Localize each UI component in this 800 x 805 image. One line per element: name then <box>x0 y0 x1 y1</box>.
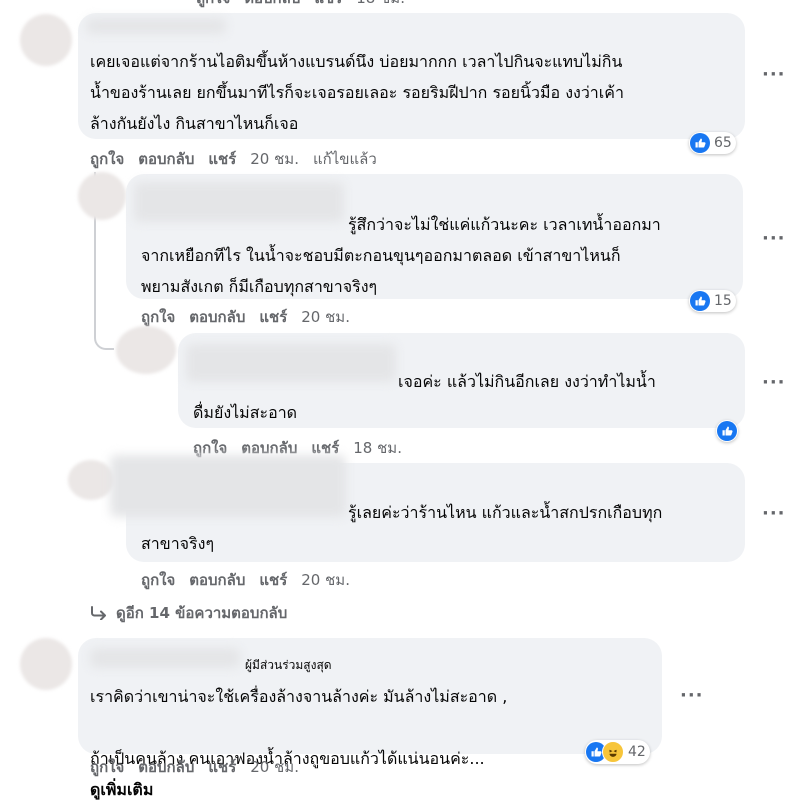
share-link[interactable]: แชร์ <box>314 0 342 10</box>
comment-text: เจอค่ะ แล้วไม่กินอีกเลย งงว่าทำไมน้ำ ดื่… <box>193 372 656 422</box>
haha-icon <box>602 741 624 763</box>
reaction-count: 65 <box>714 135 732 151</box>
comment-time: 20 ชม. <box>250 150 299 168</box>
view-more-replies-label: ดูอีก 14 ข้อความตอบกลับ <box>116 604 288 622</box>
avatar[interactable] <box>68 460 114 500</box>
like-link[interactable]: ถูกใจ <box>141 568 175 592</box>
view-more-replies-link[interactable]: ดูอีก 14 ข้อความตอบกลับ <box>90 601 287 625</box>
reaction-summary[interactable]: 42 <box>585 740 650 764</box>
more-options-icon[interactable]: ··· <box>762 372 786 393</box>
reply-link[interactable]: ตอบกลับ <box>138 755 194 779</box>
reaction-summary[interactable]: 65 <box>689 132 736 154</box>
reply-link[interactable]: ตอบกลับ <box>189 305 245 329</box>
reply-link[interactable]: ตอบกลับ <box>189 568 245 592</box>
reply-link[interactable]: ตอบกลับ <box>244 0 300 10</box>
thread-line <box>94 300 114 350</box>
more-options-icon[interactable]: ··· <box>762 64 786 85</box>
share-link[interactable]: แชร์ <box>208 755 236 779</box>
like-link[interactable]: ถูกใจ <box>90 755 124 779</box>
comment-text: เราคิดว่าเขาน่าจะใช้เครื่องล้างจานล้างค่… <box>90 687 508 706</box>
share-link[interactable]: แชร์ <box>208 147 236 171</box>
comment-actions-top: ถูกใจ ตอบกลับ แชร์ 18 ชม. <box>196 0 419 10</box>
comment-time: 20 ชม. <box>250 758 299 776</box>
comment-actions: ถูกใจ ตอบกลับ แชร์ 20 ชม. <box>141 305 364 329</box>
author-name-redacted[interactable] <box>90 648 240 668</box>
avatar[interactable] <box>20 638 72 690</box>
comment-time: 20 ชม. <box>301 571 350 589</box>
more-options-icon[interactable]: ··· <box>762 228 786 249</box>
reaction-summary[interactable]: 15 <box>689 290 736 312</box>
comment-time: 20 ชม. <box>301 308 350 326</box>
author-name-redacted[interactable] <box>86 18 226 34</box>
comment-actions: ถูกใจ ตอบกลับ แชร์ 20 ชม. <box>141 568 364 592</box>
like-icon <box>717 421 737 441</box>
avatar[interactable] <box>78 172 126 220</box>
comment-text: รู้สึกว่าจะไม่ใช่แค่แก้วนะคะ เวลาเทน้ำออ… <box>141 215 661 296</box>
reply-link[interactable]: ตอบกลับ <box>138 147 194 171</box>
reaction-summary[interactable] <box>716 420 738 442</box>
comment-text: เคยเจอแต่จากร้านไอติมขึ้นห้างแบรนด์นึง บ… <box>90 52 624 133</box>
comment-actions: ถูกใจ ตอบกลับ แชร์ 20 ชม. แก้ไขแล้ว <box>90 147 391 171</box>
top-fan-badge: ผู้มีส่วนร่วมสูงสุด <box>245 658 332 672</box>
reaction-count: 42 <box>628 744 646 760</box>
share-link[interactable]: แชร์ <box>259 305 287 329</box>
see-more-link[interactable]: ดูเพิ่มเติม <box>90 780 153 799</box>
avatar[interactable] <box>20 14 72 66</box>
like-icon <box>690 291 710 311</box>
like-link[interactable]: ถูกใจ <box>90 147 124 171</box>
reaction-count: 15 <box>714 293 732 309</box>
comment-time: 18 ชม. <box>353 439 402 457</box>
comment-time: 18 ชม. <box>356 0 405 10</box>
avatar[interactable] <box>116 326 176 374</box>
share-link[interactable]: แชร์ <box>259 568 287 592</box>
edited-label: แก้ไขแล้ว <box>312 150 377 168</box>
reply-arrow-icon <box>91 606 106 620</box>
comment-text: รู้เลยค่ะว่าร้านไหน แก้วและน้ำสกปรกเกือบ… <box>141 503 663 553</box>
more-options-icon[interactable]: ··· <box>762 503 786 524</box>
comment-actions: ถูกใจ ตอบกลับ แชร์ 20 ชม. <box>90 755 313 779</box>
more-options-icon[interactable]: ··· <box>680 685 704 706</box>
like-link[interactable]: ถูกใจ <box>196 0 230 10</box>
like-icon <box>690 133 710 153</box>
